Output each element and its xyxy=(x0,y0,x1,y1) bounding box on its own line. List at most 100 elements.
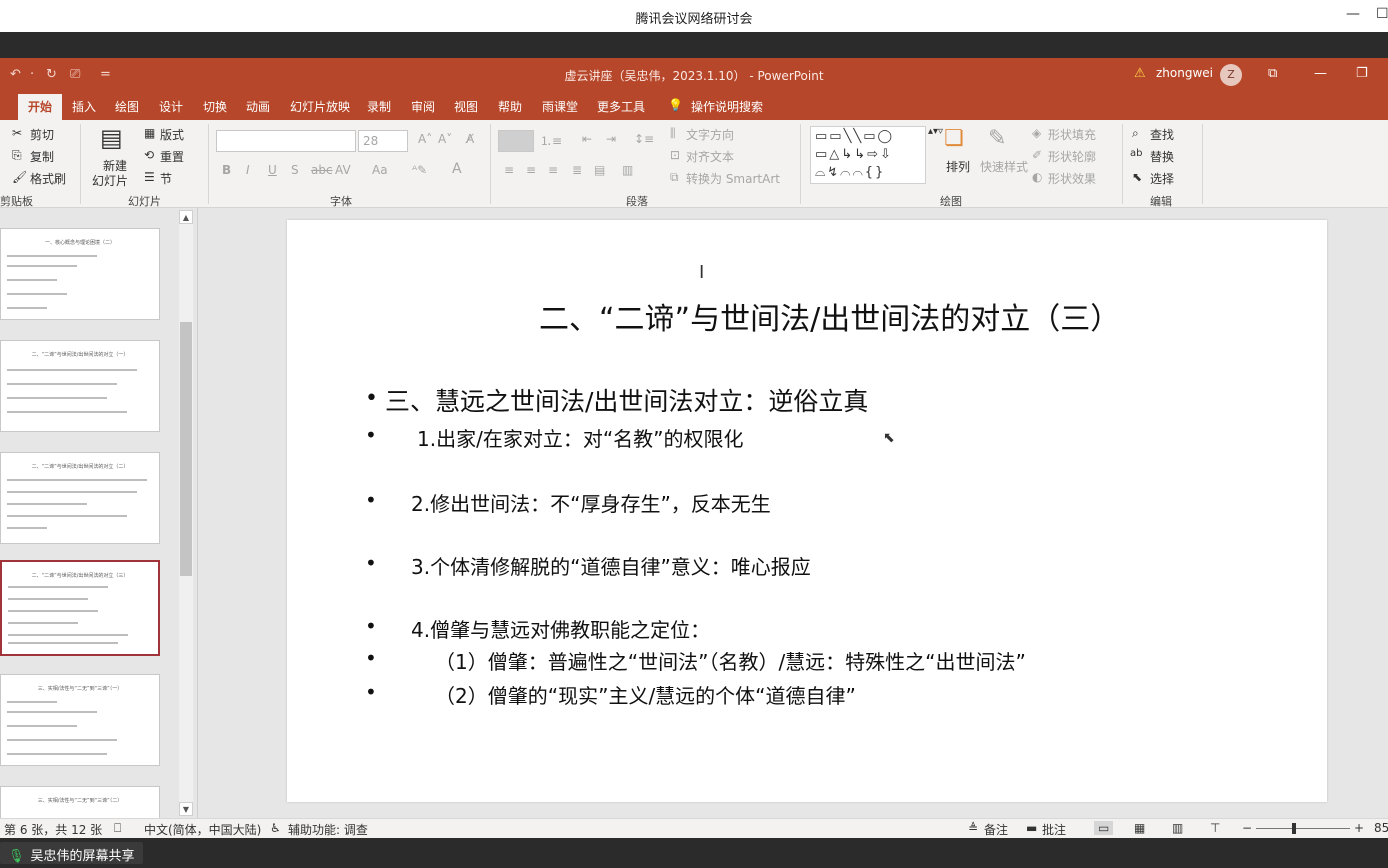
minimize-icon[interactable]: — xyxy=(1314,66,1327,81)
font-color-button[interactable]: A xyxy=(452,161,462,177)
slide-thumbnail[interactable]: 三、实相/法性与“二无”到“三谛”（一） xyxy=(0,674,160,766)
line-spacing-icon[interactable]: ↕≡ xyxy=(634,132,654,146)
section-icon[interactable]: ☰ xyxy=(144,170,155,184)
cut-icon[interactable]: ✂ xyxy=(12,126,22,140)
new-slide-label[interactable]: 幻灯片 xyxy=(92,172,128,189)
quick-styles-icon[interactable]: ✎ xyxy=(988,126,1006,151)
section-button[interactable]: 节 xyxy=(160,170,172,187)
distributed-icon[interactable]: ▤ xyxy=(594,163,605,177)
meeting-maximize-button[interactable]: ☐ xyxy=(1376,6,1388,22)
shadow-button[interactable]: S xyxy=(291,163,299,177)
find-button[interactable]: 查找 xyxy=(1150,126,1174,143)
strikethrough-button[interactable]: abc xyxy=(311,163,333,177)
align-right-icon[interactable]: ≡ xyxy=(548,163,558,177)
notes-button[interactable]: 备注 xyxy=(984,821,1008,838)
select-button[interactable]: 选择 xyxy=(1150,170,1174,187)
comments-icon[interactable]: ▬ xyxy=(1026,821,1037,835)
notes-icon[interactable]: ≜ xyxy=(968,821,978,835)
scroll-up-icon[interactable]: ▲ xyxy=(179,210,193,224)
tab-home[interactable]: 开始 xyxy=(18,94,63,120)
tab-review[interactable]: 审阅 xyxy=(411,98,435,115)
spellcheck-icon[interactable]: ⎕ xyxy=(114,821,121,836)
arrange-icon[interactable]: ❏ xyxy=(944,126,964,151)
zoom-slider[interactable] xyxy=(1256,828,1350,829)
font-size-input[interactable]: 28 xyxy=(358,130,408,152)
shrink-font-icon[interactable]: A˅ xyxy=(438,132,452,146)
account-name[interactable]: zhongwei xyxy=(1156,66,1213,80)
shape-effects-icon[interactable]: ◐ xyxy=(1032,170,1042,184)
bullet-item[interactable]: 3.个体清修解脱的“道德自律”意义：唯心报应 xyxy=(411,551,811,580)
language-indicator[interactable]: 中文(简体，中国大陆) xyxy=(144,821,261,838)
slide-title[interactable]: 二、“二谛”与世间法/出世间法的对立（三） xyxy=(539,294,1120,338)
tab-more-tools[interactable]: 更多工具 xyxy=(597,98,645,115)
shape-effects-button[interactable]: 形状效果 xyxy=(1048,170,1096,187)
zoom-level[interactable]: 85 xyxy=(1374,821,1388,835)
shape-outline-icon[interactable]: ✐ xyxy=(1032,148,1042,162)
tab-slideshow[interactable]: 幻灯片放映 xyxy=(290,98,350,115)
avatar[interactable]: Z xyxy=(1220,64,1242,86)
select-icon[interactable]: ⬉ xyxy=(1132,170,1142,184)
copy-icon[interactable]: ⎘ xyxy=(12,148,22,163)
restore-icon[interactable]: ❐ xyxy=(1356,66,1368,81)
meeting-minimize-button[interactable]: — xyxy=(1346,6,1360,22)
zoom-out-icon[interactable]: − xyxy=(1242,821,1252,835)
format-painter-button[interactable]: 格式刷 xyxy=(30,170,66,187)
slide-thumbnail[interactable]: 二、“二谛”与世间法/出世间法的对立（二） xyxy=(0,452,160,544)
scrollbar-thumb[interactable] xyxy=(180,322,192,576)
scroll-down-icon[interactable]: ▼ xyxy=(179,802,193,816)
bullet-item[interactable]: 1.出家/在家对立：对“名教”的权限化 xyxy=(417,423,744,452)
bullet-item[interactable]: 4.僧肇与慧远对佛教职能之定位： xyxy=(411,614,710,643)
format-painter-icon[interactable]: 🖌 xyxy=(12,170,27,184)
tab-record[interactable]: 录制 xyxy=(367,98,391,115)
italic-button[interactable]: I xyxy=(246,163,250,177)
copy-button[interactable]: 复制 xyxy=(30,148,54,165)
replace-button[interactable]: 替换 xyxy=(1150,148,1174,165)
shape-fill-icon[interactable]: ◈ xyxy=(1032,126,1041,140)
tab-draw[interactable]: 绘图 xyxy=(115,98,139,115)
clear-format-icon[interactable]: A̸ xyxy=(466,132,474,146)
slide-counter[interactable]: 第 6 张，共 12 张 xyxy=(4,821,102,838)
zoom-slider-thumb[interactable] xyxy=(1292,823,1296,834)
slide-thumbnail[interactable]: 一、核心概念与理论困境（二） xyxy=(0,228,160,320)
shape-fill-button[interactable]: 形状填充 xyxy=(1048,126,1096,143)
accessibility-status[interactable]: 辅助功能: 调查 xyxy=(288,821,368,838)
bullets-button[interactable] xyxy=(498,130,534,152)
bold-button[interactable]: B xyxy=(222,163,231,177)
bullet-main[interactable]: 三、慧远之世间法/出世间法对立：逆俗立真 xyxy=(385,382,868,418)
tab-view[interactable]: 视图 xyxy=(454,98,478,115)
bullet-item[interactable]: （2）僧肇的“现实”主义/慧远的个体“道德自律” xyxy=(435,680,856,709)
tab-animations[interactable]: 动画 xyxy=(246,98,270,115)
highlight-icon[interactable]: ᴬ✎ xyxy=(412,163,427,177)
columns-icon[interactable]: ▥ xyxy=(622,163,633,177)
new-slide-icon[interactable]: ▤ xyxy=(100,124,123,152)
change-case-button[interactable]: Aa xyxy=(372,163,388,177)
increase-indent-icon[interactable]: ⇥ xyxy=(606,132,616,146)
tab-design[interactable]: 设计 xyxy=(159,98,183,115)
justify-icon[interactable]: ≣ xyxy=(572,163,582,177)
tab-help[interactable]: 帮助 xyxy=(498,98,522,115)
tell-me-search[interactable]: 操作说明搜索 xyxy=(691,98,763,115)
smartart-icon[interactable]: ⧉ xyxy=(670,170,679,185)
align-left-icon[interactable]: ≡ xyxy=(504,163,514,177)
bullet-item[interactable]: （1）僧肇：普遍性之“世间法”（名教）/慧远：特殊性之“出世间法” xyxy=(435,646,1026,675)
grow-font-icon[interactable]: A˄ xyxy=(418,132,432,146)
cut-button[interactable]: 剪切 xyxy=(30,126,54,143)
tab-insert[interactable]: 插入 xyxy=(72,98,96,115)
zoom-in-icon[interactable]: + xyxy=(1354,821,1364,835)
underline-button[interactable]: U xyxy=(268,163,277,177)
find-icon[interactable]: ⌕ xyxy=(1132,126,1139,141)
slide-sorter-icon[interactable]: ▦ xyxy=(1134,821,1145,835)
warning-icon[interactable]: ⚠ xyxy=(1134,66,1146,81)
slide-thumbnail-selected[interactable]: 二、“二谛”与世间法/出世间法的对立（三） xyxy=(0,560,160,656)
slideshow-icon[interactable]: ⊤ xyxy=(1210,821,1220,835)
bullet-item[interactable]: 2.修出世间法：不“厚身存生”，反本无生 xyxy=(411,488,771,517)
tab-transitions[interactable]: 切换 xyxy=(203,98,227,115)
text-direction-icon[interactable]: ⫼ xyxy=(670,126,676,141)
align-text-icon[interactable]: ⊡ xyxy=(670,148,680,162)
shapes-row-2-icon[interactable]: ▭△↳↳⇨⇩ xyxy=(815,147,893,162)
reset-button[interactable]: 重置 xyxy=(160,148,184,165)
align-center-icon[interactable]: ≡ xyxy=(526,163,536,177)
ribbon-display-icon[interactable]: ⧉ xyxy=(1268,66,1277,81)
shapes-row-1-icon[interactable]: ▭▭╲╲▭◯ xyxy=(815,129,894,144)
microphone-icon[interactable]: 🎙 xyxy=(8,849,25,864)
